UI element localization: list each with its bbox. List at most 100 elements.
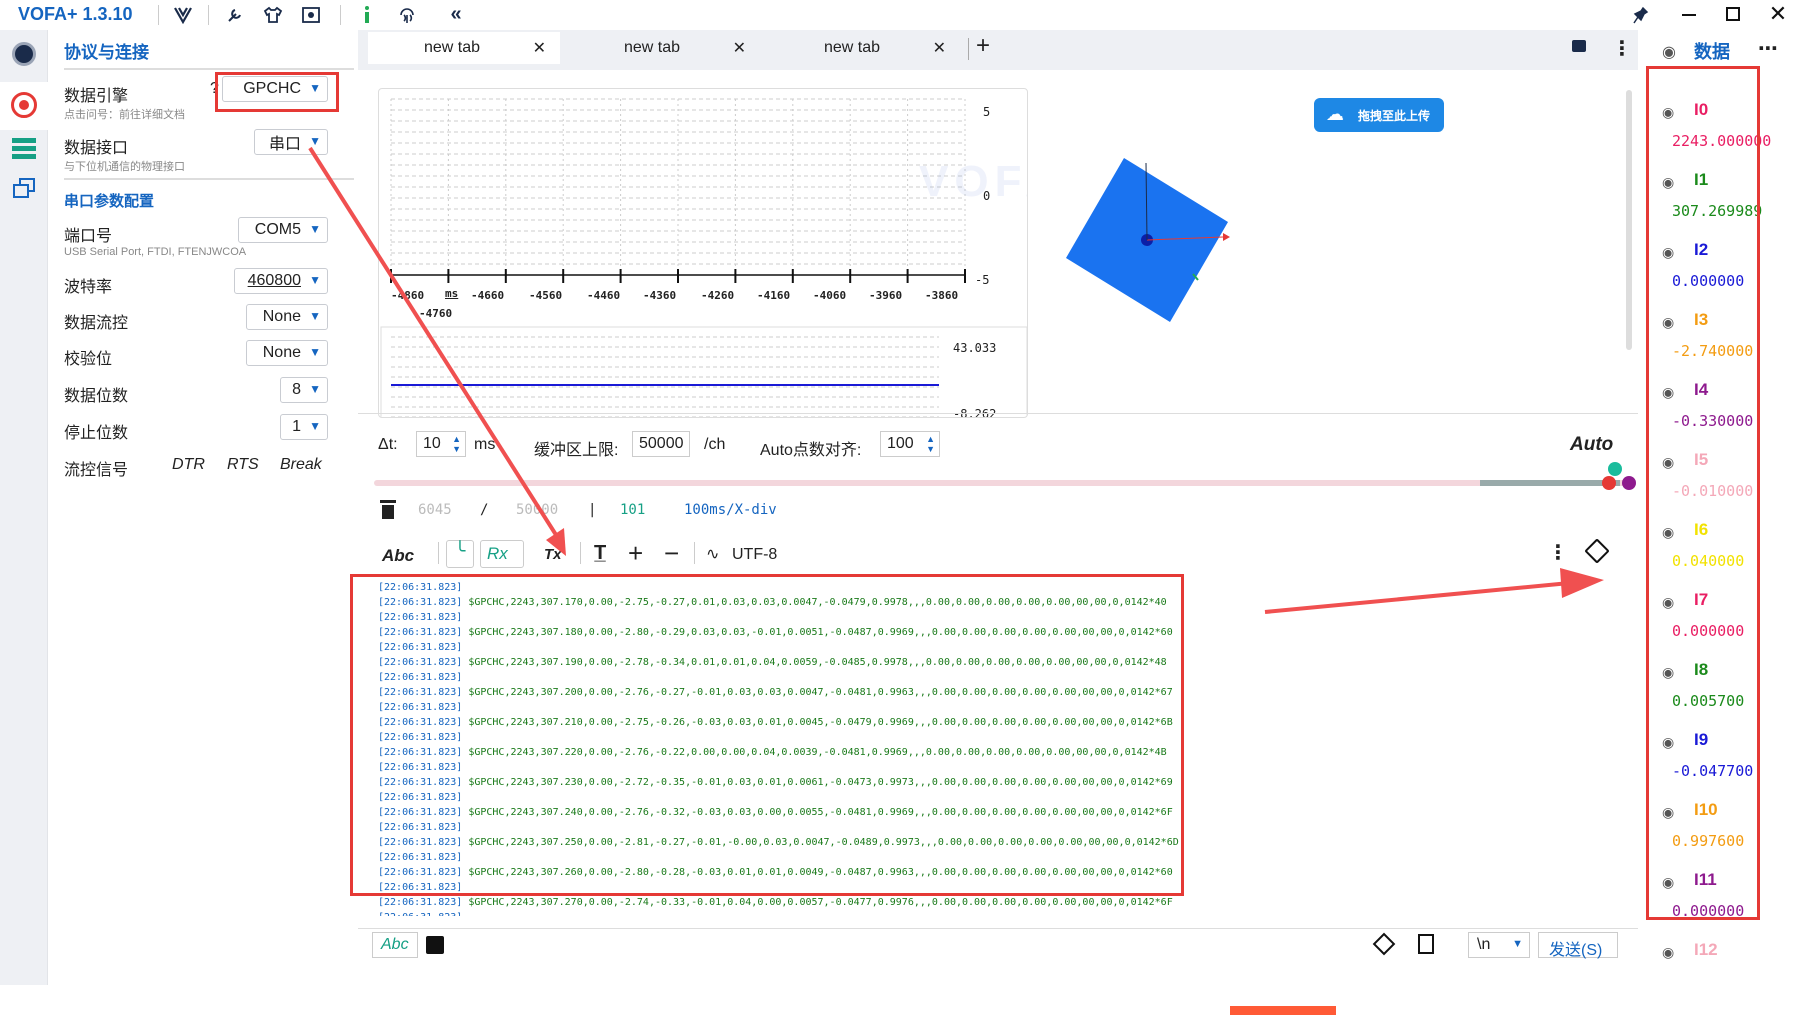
- log-menu-icon[interactable]: ⋮: [1548, 540, 1568, 565]
- tab-3[interactable]: new tab ✕: [768, 32, 960, 64]
- visibility-icon[interactable]: ◉: [1662, 454, 1674, 471]
- port-select[interactable]: COM5 ▼: [238, 217, 328, 243]
- upload-button[interactable]: ☁ 拖拽至此上传: [1314, 98, 1444, 132]
- vofa-logo-icon[interactable]: [172, 4, 194, 26]
- channel-item[interactable]: ◉ I0 2243.000000: [1638, 100, 1800, 170]
- visibility-icon[interactable]: ◉: [1662, 594, 1674, 611]
- channel-item[interactable]: ◉ I1 307.269989: [1638, 170, 1800, 240]
- fingerprint-icon[interactable]: [396, 4, 418, 26]
- spin-icon[interactable]: ▲ ▼: [452, 434, 461, 454]
- lock-icon[interactable]: [1572, 40, 1586, 52]
- visibility-icon[interactable]: ◉: [1662, 804, 1674, 821]
- text-format-icon[interactable]: T̲: [594, 542, 606, 565]
- channel-item[interactable]: ◉ I2 0.000000: [1638, 240, 1800, 310]
- tab-close-icon[interactable]: ✕: [933, 38, 946, 58]
- databits-select[interactable]: 8 ▼: [280, 377, 328, 403]
- minimize-icon[interactable]: [1682, 14, 1696, 16]
- dtr-toggle[interactable]: DTR: [172, 456, 205, 474]
- engine-select[interactable]: GPCHC ▼: [222, 76, 328, 102]
- tx-toggle[interactable]: Tx: [544, 546, 562, 563]
- shirt-icon[interactable]: [262, 4, 284, 26]
- log-timestamp: [22:06:31.823]: [378, 582, 463, 593]
- baud-select[interactable]: 460800 ▼: [234, 268, 328, 294]
- stopbits-select[interactable]: 1 ▼: [280, 414, 328, 440]
- list-icon[interactable]: [12, 138, 36, 162]
- visibility-icon[interactable]: ◉: [1662, 734, 1674, 751]
- channel-item[interactable]: ◉ I12: [1638, 940, 1800, 985]
- add-tab-icon[interactable]: +: [976, 32, 990, 60]
- flow-select[interactable]: None ▼: [246, 304, 328, 330]
- slider-handle-right[interactable]: [1622, 476, 1636, 490]
- visibility-icon[interactable]: ◉: [1662, 244, 1674, 261]
- visibility-icon[interactable]: ◉: [1662, 524, 1674, 541]
- channel-item[interactable]: ◉ I6 0.040000: [1638, 520, 1800, 590]
- view-scrollbar[interactable]: [1626, 90, 1632, 350]
- close-icon[interactable]: ✕: [1766, 1, 1790, 26]
- plot-widget[interactable]: 5 0 -5 43.033 -8.262 ms -4760 -4860 -4660…: [378, 88, 1028, 418]
- visibility-icon[interactable]: ◉: [1662, 874, 1674, 891]
- range-slider[interactable]: [374, 480, 1634, 486]
- channel-item[interactable]: ◉ I3 -2.740000: [1638, 310, 1800, 380]
- clear-log-icon[interactable]: [1584, 538, 1610, 564]
- tab-1[interactable]: new tab ✕: [368, 32, 560, 64]
- channel-item[interactable]: ◉ I10 0.997600: [1638, 800, 1800, 870]
- channel-item[interactable]: ◉ I11 0.000000: [1638, 870, 1800, 940]
- visibility-icon[interactable]: ◉: [1662, 42, 1676, 62]
- record-icon[interactable]: [11, 92, 37, 118]
- slider-handle-top[interactable]: [1608, 462, 1622, 476]
- visibility-icon[interactable]: ◉: [1662, 174, 1674, 191]
- tab-close-icon[interactable]: ✕: [533, 38, 546, 58]
- windows-icon[interactable]: [13, 178, 35, 200]
- slider-handle-left[interactable]: [1602, 476, 1616, 490]
- auto-align-input[interactable]: 100 ▲ ▼: [880, 431, 940, 457]
- rx-toggle[interactable]: Rx: [480, 540, 524, 568]
- log-timestamp: [22:06:31.823]: [378, 822, 463, 833]
- visibility-icon[interactable]: ◉: [1662, 384, 1674, 401]
- visibility-icon[interactable]: ◉: [1662, 664, 1674, 681]
- data-panel-more-icon[interactable]: ⋯: [1758, 36, 1778, 61]
- visibility-icon[interactable]: ◉: [1662, 104, 1674, 121]
- newline-select[interactable]: \n ▼: [1468, 932, 1530, 958]
- send-text-mode[interactable]: Abc: [372, 932, 418, 958]
- tab-2[interactable]: new tab ✕: [568, 32, 760, 64]
- attitude-3d-view[interactable]: [1038, 140, 1278, 350]
- data-panel: ◉ 数据 ⋯ ◉ I0 2243.000000 ◉ I1 307.269989 ◉ I2 0.0…: [1638, 30, 1800, 985]
- break-toggle[interactable]: Break: [280, 456, 322, 474]
- info-icon[interactable]: [356, 4, 378, 26]
- channel-item[interactable]: ◉ I5 -0.010000: [1638, 450, 1800, 520]
- zoom-out-icon[interactable]: −: [664, 538, 679, 569]
- trash-icon[interactable]: [380, 500, 396, 520]
- history-icon[interactable]: [1418, 934, 1434, 954]
- rts-toggle[interactable]: RTS: [227, 456, 259, 474]
- visibility-icon[interactable]: ◉: [1662, 944, 1674, 961]
- encoding-select[interactable]: UTF-8: [732, 546, 777, 564]
- text-mode-button[interactable]: Abc: [382, 546, 414, 566]
- log-area[interactable]: [22:06:31.823] [22:06:31.823] $GPCHC,224…: [358, 576, 1638, 916]
- buffer-input[interactable]: 50000: [632, 431, 690, 457]
- tab-close-icon[interactable]: ✕: [733, 38, 746, 58]
- spin-icon[interactable]: ▲ ▼: [926, 434, 935, 454]
- auto-mode-toggle[interactable]: Auto: [1570, 434, 1613, 456]
- collapse-icon[interactable]: «: [444, 2, 468, 26]
- dt-input[interactable]: 10 ▲ ▼: [416, 431, 466, 457]
- waveform-icon[interactable]: ∿: [706, 544, 719, 564]
- screenshot-icon[interactable]: [300, 4, 322, 26]
- send-file-icon[interactable]: [426, 936, 444, 954]
- zoom-in-icon[interactable]: +: [628, 538, 643, 569]
- connect-icon[interactable]: [12, 42, 36, 66]
- clear-send-icon[interactable]: [1372, 932, 1396, 956]
- visibility-icon[interactable]: ◉: [1662, 314, 1674, 331]
- pin-icon[interactable]: [1630, 4, 1652, 26]
- channel-item[interactable]: ◉ I8 0.005700: [1638, 660, 1800, 730]
- channel-item[interactable]: ◉ I4 -0.330000: [1638, 380, 1800, 450]
- timestamp-toggle[interactable]: ╰: [446, 540, 474, 568]
- engine-help-icon[interactable]: ?: [210, 80, 219, 98]
- send-button[interactable]: 发送(S): [1538, 932, 1618, 959]
- more-icon[interactable]: ⋮: [1612, 36, 1632, 61]
- wrench-icon[interactable]: [224, 4, 246, 26]
- maximize-icon[interactable]: [1726, 7, 1740, 21]
- channel-item[interactable]: ◉ I9 -0.047700: [1638, 730, 1800, 800]
- channel-item[interactable]: ◉ I7 0.000000: [1638, 590, 1800, 660]
- parity-select[interactable]: None ▼: [246, 340, 328, 366]
- interface-select[interactable]: 串口 ▼: [254, 129, 328, 155]
